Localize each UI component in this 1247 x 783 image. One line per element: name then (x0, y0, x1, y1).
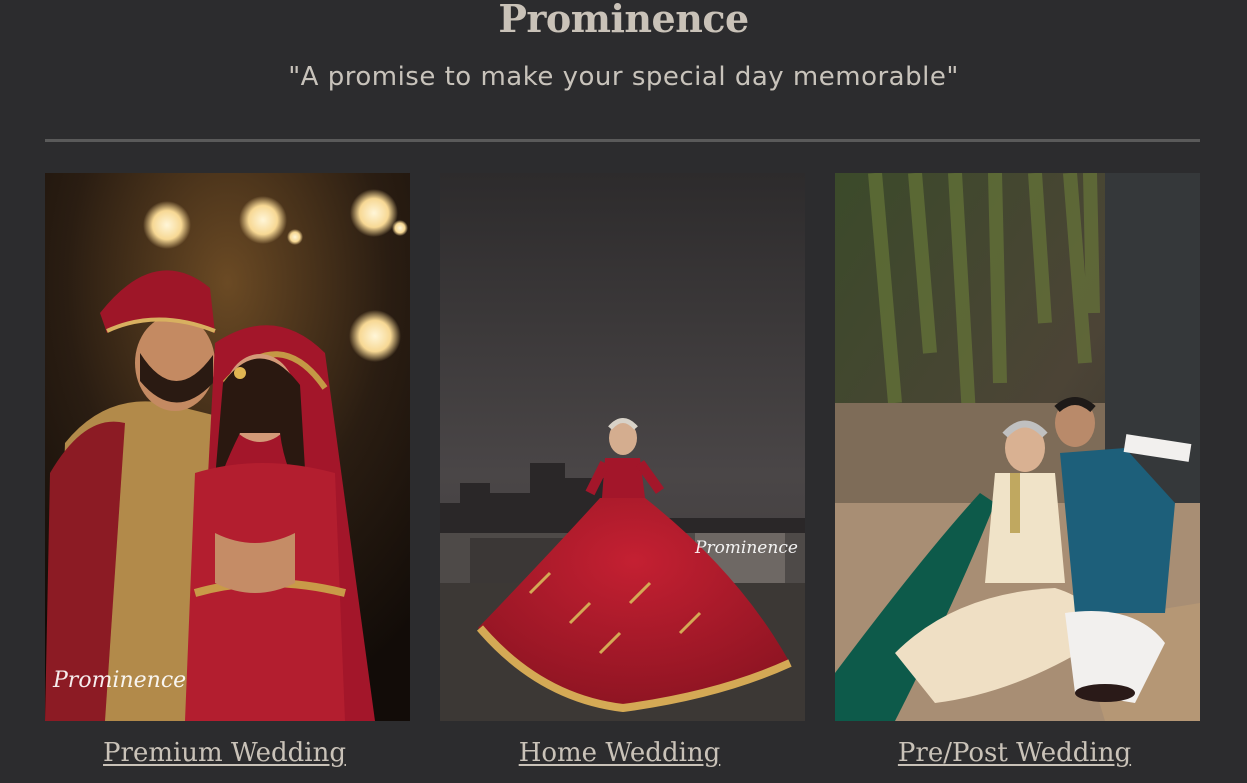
page-title: Prominence (498, 0, 749, 41)
premium-wedding-photo[interactable]: Prominence (45, 173, 410, 721)
couple-seated-image (835, 173, 1200, 721)
pre-post-wedding-link[interactable]: Pre/Post Wedding (832, 738, 1197, 768)
couple-portrait-image (45, 173, 410, 721)
premium-wedding-link[interactable]: Premium Wedding (42, 738, 407, 768)
watermark-logo: Prominence (695, 538, 798, 558)
pre-post-wedding-photo[interactable] (835, 173, 1200, 721)
bride-twirl-image (440, 173, 805, 721)
watermark-logo: Prominence (53, 668, 187, 693)
home-wedding-link[interactable]: Home Wedding (437, 738, 802, 768)
header-divider (45, 139, 1200, 142)
page-tagline: "A promise to make your special day memo… (288, 62, 959, 92)
home-wedding-photo[interactable]: Prominence (440, 173, 805, 721)
